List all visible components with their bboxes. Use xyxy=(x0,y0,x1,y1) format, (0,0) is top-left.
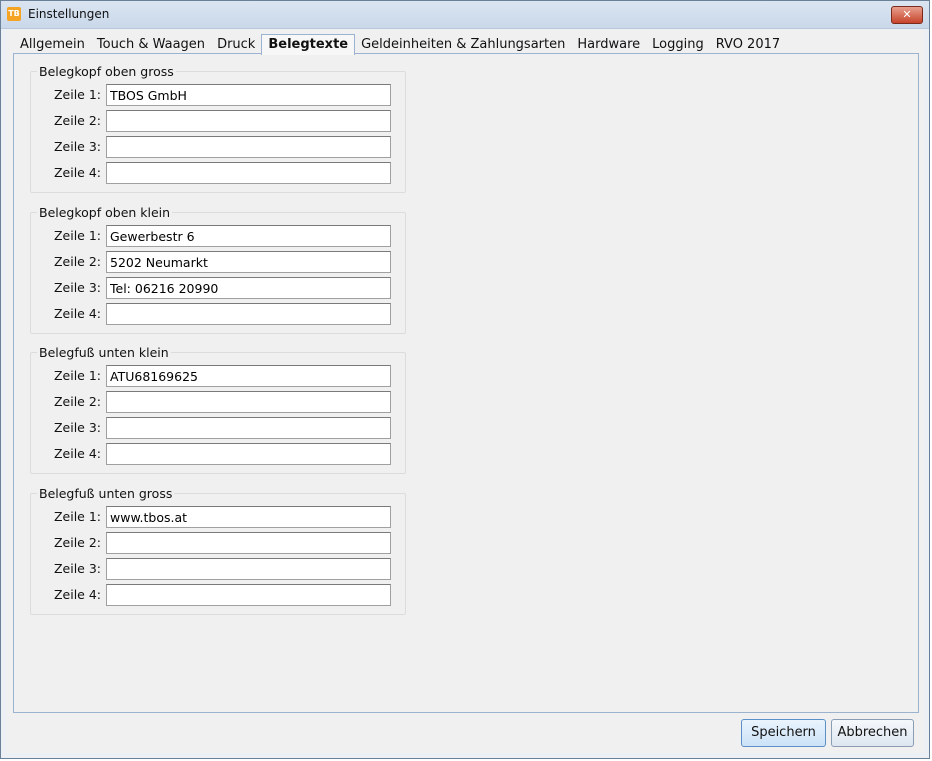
form-row: Zeile 2: xyxy=(31,110,407,132)
cancel-button[interactable]: Abbrechen xyxy=(831,719,914,747)
form-row: Zeile 4: xyxy=(31,162,407,184)
belegkopf-klein-zeile-3-input[interactable] xyxy=(106,277,391,299)
tab-druck[interactable]: Druck xyxy=(211,35,261,54)
field-label: Zeile 2: xyxy=(53,394,101,409)
field-label: Zeile 1: xyxy=(53,509,101,524)
form-row: Zeile 3: xyxy=(31,136,407,158)
tab-touch-waagen[interactable]: Touch & Waagen xyxy=(91,35,211,54)
belegfuss-klein-zeile-4-input[interactable] xyxy=(106,443,391,465)
field-label: Zeile 1: xyxy=(53,228,101,243)
field-label: Zeile 4: xyxy=(53,165,101,180)
form-row: Zeile 1: xyxy=(31,225,407,247)
group-belegfuss-unten-klein: Belegfuß unten klein Zeile 1: Zeile 2: Z… xyxy=(30,345,407,474)
title-bar[interactable]: TB Einstellungen ✕ xyxy=(1,1,929,29)
group-title: Belegfuß unten gross xyxy=(37,486,175,501)
belegfuss-gross-zeile-2-input[interactable] xyxy=(106,532,391,554)
form-row: Zeile 1: xyxy=(31,84,407,106)
belegkopf-gross-zeile-1-input[interactable] xyxy=(106,84,391,106)
save-button[interactable]: Speichern xyxy=(741,719,826,747)
form-row: Zeile 4: xyxy=(31,303,407,325)
belegfuss-klein-zeile-2-input[interactable] xyxy=(106,391,391,413)
belegfuss-klein-zeile-3-input[interactable] xyxy=(106,417,391,439)
belegfuss-gross-zeile-1-input[interactable] xyxy=(106,506,391,528)
field-label: Zeile 3: xyxy=(53,420,101,435)
belegfuss-gross-zeile-4-input[interactable] xyxy=(106,584,391,606)
group-belegfuss-unten-gross: Belegfuß unten gross Zeile 1: Zeile 2: Z… xyxy=(30,486,407,615)
tab-belegtexte[interactable]: Belegtexte xyxy=(261,34,356,55)
group-belegkopf-oben-klein: Belegkopf oben klein Zeile 1: Zeile 2: Z… xyxy=(30,205,407,334)
settings-window: TB Einstellungen ✕ Allgemein Touch & Waa… xyxy=(0,0,930,759)
field-label: Zeile 3: xyxy=(53,280,101,295)
form-row: Zeile 2: xyxy=(31,391,407,413)
tab-logging[interactable]: Logging xyxy=(646,35,710,54)
tab-allgemein[interactable]: Allgemein xyxy=(14,35,91,54)
field-label: Zeile 1: xyxy=(53,87,101,102)
tab-hardware[interactable]: Hardware xyxy=(571,35,646,54)
form-row: Zeile 2: xyxy=(31,532,407,554)
client-area: Allgemein Touch & Waagen Druck Belegtext… xyxy=(6,29,924,753)
form-row: Zeile 1: xyxy=(31,365,407,387)
tab-geldeinheiten[interactable]: Geldeinheiten & Zahlungsarten xyxy=(355,35,571,54)
belegkopf-gross-zeile-2-input[interactable] xyxy=(106,110,391,132)
group-title: Belegkopf oben klein xyxy=(37,205,173,220)
field-label: Zeile 4: xyxy=(53,587,101,602)
field-label: Zeile 2: xyxy=(53,113,101,128)
field-label: Zeile 1: xyxy=(53,368,101,383)
belegkopf-klein-zeile-2-input[interactable] xyxy=(106,251,391,273)
app-icon: TB xyxy=(7,7,21,21)
form-row: Zeile 3: xyxy=(31,417,407,439)
belegkopf-gross-zeile-4-input[interactable] xyxy=(106,162,391,184)
form-row: Zeile 2: xyxy=(31,251,407,273)
field-label: Zeile 2: xyxy=(53,535,101,550)
form-row: Zeile 3: xyxy=(31,277,407,299)
form-row: Zeile 4: xyxy=(31,443,407,465)
field-label: Zeile 3: xyxy=(53,561,101,576)
group-belegkopf-oben-gross: Belegkopf oben gross Zeile 1: Zeile 2: Z… xyxy=(30,64,407,193)
field-label: Zeile 4: xyxy=(53,446,101,461)
belegkopf-klein-zeile-1-input[interactable] xyxy=(106,225,391,247)
form-row: Zeile 3: xyxy=(31,558,407,580)
tab-rvo-2017[interactable]: RVO 2017 xyxy=(710,35,786,54)
close-button[interactable]: ✕ xyxy=(891,6,923,24)
field-label: Zeile 2: xyxy=(53,254,101,269)
tab-strip: Allgemein Touch & Waagen Druck Belegtext… xyxy=(14,34,786,55)
group-title: Belegfuß unten klein xyxy=(37,345,171,360)
group-title: Belegkopf oben gross xyxy=(37,64,176,79)
belegkopf-klein-zeile-4-input[interactable] xyxy=(106,303,391,325)
field-label: Zeile 4: xyxy=(53,306,101,321)
belegfuss-klein-zeile-1-input[interactable] xyxy=(106,365,391,387)
form-row: Zeile 1: xyxy=(31,506,407,528)
field-label: Zeile 3: xyxy=(53,139,101,154)
window-title: Einstellungen xyxy=(28,7,110,21)
close-icon: ✕ xyxy=(902,8,912,21)
belegkopf-gross-zeile-3-input[interactable] xyxy=(106,136,391,158)
belegfuss-gross-zeile-3-input[interactable] xyxy=(106,558,391,580)
tab-panel-belegtexte: Belegkopf oben gross Zeile 1: Zeile 2: Z… xyxy=(13,53,919,713)
form-row: Zeile 4: xyxy=(31,584,407,606)
